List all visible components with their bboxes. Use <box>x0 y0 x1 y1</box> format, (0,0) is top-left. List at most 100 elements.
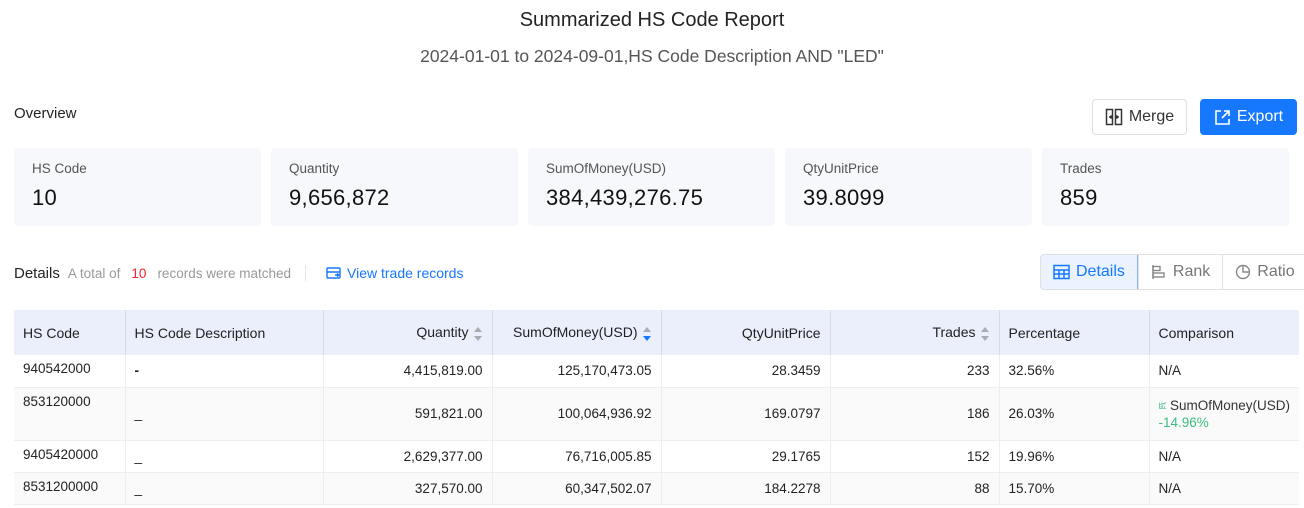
export-button[interactable]: Export <box>1200 99 1297 135</box>
cell-percentage: 15.70% <box>999 472 1150 505</box>
cell-unit-price: 184.2278 <box>661 472 831 505</box>
table-row: 8531200000 _ 327,570.00 60,347,502.07 18… <box>14 472 1299 505</box>
bar-chart-trend-icon <box>1158 401 1166 409</box>
card-quantity: Quantity 9,656,872 <box>271 148 518 226</box>
view-switcher: Details Rank Ratio <box>1040 254 1304 290</box>
report-title: Summarized HS Code Report <box>519 9 785 31</box>
cell-trades: 233 <box>830 355 1000 388</box>
tab-rank-label: Rank <box>1172 263 1211 280</box>
tab-rank[interactable]: Rank <box>1137 255 1222 289</box>
records-prefix: A total of <box>67 265 121 281</box>
merge-button[interactable]: Merge <box>1092 99 1187 135</box>
table-row: 9405420000 _ 2,629,377.00 76,716,005.85 … <box>14 440 1299 473</box>
card-value: 39.8099 <box>803 185 885 210</box>
card-label: Trades <box>1060 161 1102 176</box>
col-label: SumOfMoney(USD) <box>513 324 638 341</box>
cell-description: - <box>125 355 324 388</box>
col-percentage: Percentage <box>999 310 1150 355</box>
cell-sum: 60,347,502.07 <box>492 472 662 505</box>
cell-quantity: 2,629,377.00 <box>323 440 493 473</box>
view-trade-records-label: View trade records <box>347 265 464 281</box>
cell-quantity: 327,570.00 <box>323 472 493 505</box>
overview-cards: HS Code 10 Quantity 9,656,872 SumOfMoney… <box>14 148 1289 226</box>
col-quantity[interactable]: Quantity <box>323 310 493 355</box>
cell-unit-price: 28.3459 <box>661 355 831 388</box>
table-header-row: HS Code HS Code Description Quantity Sum… <box>14 310 1299 355</box>
table-row: 940542000 - 4,415,819.00 125,170,473.05 … <box>14 355 1299 388</box>
col-label: QtyUnitPrice <box>741 324 821 341</box>
cell-sum: 76,716,005.85 <box>492 440 662 473</box>
comparison-delta: -14.96% <box>1158 414 1209 430</box>
tab-details-label: Details <box>1076 263 1125 280</box>
card-label: SumOfMoney(USD) <box>546 161 667 176</box>
tab-ratio-label: Ratio <box>1257 263 1295 280</box>
cell-hs-code: 8531200000 <box>14 472 126 505</box>
card-value: 10 <box>32 185 58 210</box>
export-label: Export <box>1236 108 1284 125</box>
details-bar: Details A total of 10 records were match… <box>14 263 463 283</box>
col-label: HS Code <box>23 324 80 341</box>
card-hs-code: HS Code 10 <box>14 148 261 226</box>
col-label: HS Code Description <box>134 324 266 341</box>
pie-chart-icon <box>1236 264 1251 280</box>
card-qty-unit-price: QtyUnitPrice 39.8099 <box>785 148 1032 226</box>
cell-trades: 88 <box>830 472 1000 505</box>
records-count: 10 <box>131 265 147 281</box>
cell-percentage: 32.56% <box>999 355 1150 388</box>
cell-sum: 125,170,473.05 <box>492 355 662 388</box>
table-icon <box>1053 264 1070 280</box>
col-label: Quantity <box>416 324 469 341</box>
col-description: HS Code Description <box>125 310 324 355</box>
cell-percentage: 26.03% <box>999 387 1150 441</box>
cell-comparison: N/A <box>1149 355 1299 388</box>
records-icon <box>326 266 341 279</box>
col-label: Comparison <box>1158 324 1234 341</box>
merge-label: Merge <box>1128 108 1175 125</box>
tab-details[interactable]: Details <box>1040 255 1138 289</box>
card-sum-of-money: SumOfMoney(USD) 384,439,276.75 <box>528 148 775 226</box>
comparison-metric-label: SumOfMoney(USD) <box>1169 397 1290 413</box>
tab-ratio[interactable]: Ratio <box>1222 255 1304 289</box>
cell-quantity: 4,415,819.00 <box>323 355 493 388</box>
cell-description: _ <box>125 472 324 505</box>
cell-comparison: SumOfMoney(USD) -14.96% <box>1149 387 1299 441</box>
details-table: HS Code HS Code Description Quantity Sum… <box>14 310 1299 505</box>
cell-percentage: 19.96% <box>999 440 1150 473</box>
cell-trades: 186 <box>830 387 1000 441</box>
col-sum-of-money[interactable]: SumOfMoney(USD) <box>492 310 662 355</box>
col-hs-code: HS Code <box>14 310 126 355</box>
table-row: 853120000 _ 591,821.00 100,064,936.92 16… <box>14 387 1299 441</box>
cell-hs-code: 9405420000 <box>14 440 126 473</box>
cell-comparison: N/A <box>1149 472 1299 505</box>
cell-quantity: 591,821.00 <box>323 387 493 441</box>
cell-comparison: N/A <box>1149 440 1299 473</box>
merge-icon <box>1105 108 1123 126</box>
col-label: Percentage <box>1008 324 1081 341</box>
comparison-metric: SumOfMoney(USD) <box>1158 397 1290 413</box>
sort-icon[interactable] <box>473 326 483 341</box>
details-heading: Details <box>14 264 60 282</box>
cell-description: _ <box>125 387 324 441</box>
col-qty-unit-price: QtyUnitPrice <box>661 310 831 355</box>
records-suffix: records were matched <box>157 265 291 281</box>
card-value: 859 <box>1060 185 1098 210</box>
cell-unit-price: 29.1765 <box>661 440 831 473</box>
overview-heading: Overview <box>14 105 77 122</box>
card-label: Quantity <box>289 161 340 176</box>
rank-bars-icon <box>1152 265 1165 279</box>
card-label: QtyUnitPrice <box>803 161 879 176</box>
view-trade-records-link[interactable]: View trade records <box>326 265 463 281</box>
card-value: 9,656,872 <box>289 185 390 210</box>
col-comparison: Comparison <box>1149 310 1299 355</box>
card-trades: Trades 859 <box>1042 148 1289 226</box>
sort-icon[interactable] <box>980 326 990 341</box>
cell-hs-code: 940542000 <box>14 355 126 388</box>
col-trades[interactable]: Trades <box>830 310 1000 355</box>
cell-hs-code: 853120000 <box>14 387 126 441</box>
sort-desc-icon[interactable] <box>642 326 652 341</box>
cell-unit-price: 169.0797 <box>661 387 831 441</box>
report-subtitle: 2024-01-01 to 2024-09-01,HS Code Descrip… <box>420 46 884 66</box>
cell-trades: 152 <box>830 440 1000 473</box>
col-label: Trades <box>932 324 976 341</box>
card-label: HS Code <box>32 161 87 176</box>
